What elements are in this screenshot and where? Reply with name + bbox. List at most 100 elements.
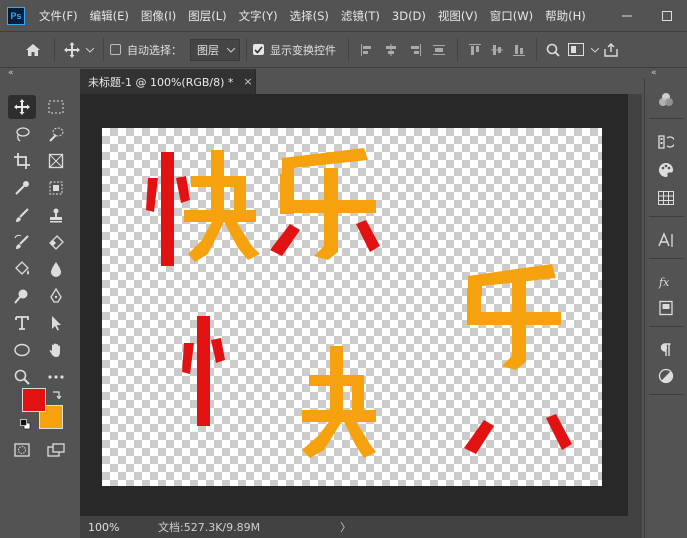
quick-selection-tool[interactable] xyxy=(42,122,70,146)
foreground-color-swatch[interactable] xyxy=(22,388,46,412)
character-kuai-top xyxy=(146,150,260,266)
home-button[interactable] xyxy=(18,43,48,57)
type-icon xyxy=(15,316,29,330)
quick-mask-button[interactable] xyxy=(8,438,36,462)
object-selection-tool[interactable] xyxy=(42,176,70,200)
ellipse-tool[interactable] xyxy=(8,338,36,362)
quick-selection-icon xyxy=(49,127,64,142)
svg-text:fx: fx xyxy=(658,276,670,289)
split-orange-right-sweep xyxy=(342,418,376,458)
swap-colors-icon[interactable] xyxy=(52,389,62,399)
move-tool[interactable] xyxy=(8,95,36,119)
brush-tool[interactable] xyxy=(8,203,36,227)
eyedropper-tool[interactable] xyxy=(8,176,36,200)
zoom-level-field[interactable]: 100% xyxy=(88,521,158,534)
collapse-panels-icon[interactable]: « xyxy=(651,68,657,78)
align-center-horizontal-icon xyxy=(386,43,396,56)
home-icon xyxy=(26,43,40,56)
search-button[interactable] xyxy=(543,43,563,57)
adjustments-panel-button[interactable] xyxy=(653,364,679,388)
lasso-tool[interactable] xyxy=(8,122,36,146)
workspace-button[interactable] xyxy=(563,43,589,56)
share-icon xyxy=(604,42,618,57)
menu-layer[interactable]: 图层(L) xyxy=(188,8,226,24)
split-red-left xyxy=(182,343,194,374)
object-selection-icon xyxy=(49,181,63,195)
auto-select-checkbox[interactable] xyxy=(110,44,121,55)
paint-bucket-tool[interactable] xyxy=(8,257,36,281)
book-icon xyxy=(659,300,673,316)
swatches-panel-button[interactable] xyxy=(653,158,679,182)
history-brush-tool[interactable] xyxy=(8,230,36,254)
type-tool[interactable] xyxy=(8,311,36,335)
color-panel-button[interactable] xyxy=(653,88,679,112)
dodge-tool[interactable] xyxy=(8,284,36,308)
zoom-tool[interactable] xyxy=(8,365,36,389)
menu-help[interactable]: 帮助(H) xyxy=(545,8,586,24)
align-left-button[interactable] xyxy=(355,43,379,57)
align-middle-button[interactable] xyxy=(486,43,508,57)
styles-panel-button[interactable]: fx xyxy=(653,270,679,294)
menu-image[interactable]: 图像(I) xyxy=(141,8,176,24)
character-panel-button[interactable] xyxy=(653,228,679,252)
brush-icon xyxy=(16,208,29,222)
pen-tool[interactable] xyxy=(42,284,70,308)
align-center-h-button[interactable] xyxy=(379,43,403,57)
menu-edit[interactable]: 编辑(E) xyxy=(90,8,129,24)
align-bottom-button[interactable] xyxy=(508,43,530,57)
auto-select-label: 自动选择： xyxy=(127,43,182,57)
restore-button[interactable] xyxy=(647,0,687,31)
frame-icon xyxy=(48,153,64,169)
paragraph-panel-button[interactable] xyxy=(653,338,679,362)
screen-mode-button[interactable] xyxy=(42,438,70,462)
document-tab[interactable]: 未标题-1 @ 100%(RGB/8) * × xyxy=(80,69,256,94)
hand-tool[interactable] xyxy=(42,338,70,362)
eyedropper-icon xyxy=(15,181,29,195)
history-icon xyxy=(658,135,674,149)
align-top-button[interactable] xyxy=(464,43,486,57)
patterns-panel-button[interactable] xyxy=(653,186,679,210)
arrow-cursor-icon xyxy=(52,316,61,331)
eraser-icon xyxy=(49,235,64,250)
libraries-panel-button[interactable] xyxy=(653,296,679,320)
le-right-dot xyxy=(356,220,380,252)
document-canvas[interactable] xyxy=(102,128,602,486)
vertical-scrollbar[interactable] xyxy=(628,94,642,516)
history-panel-button[interactable] xyxy=(653,130,679,154)
close-tab-button[interactable]: × xyxy=(243,75,252,88)
preset-dropdown[interactable] xyxy=(83,47,97,53)
distribute-vertical-button[interactable] xyxy=(427,43,451,57)
move-tool-preset[interactable] xyxy=(61,41,83,58)
path-selection-tool[interactable] xyxy=(42,311,70,335)
history-brush-icon xyxy=(14,234,29,249)
workspace-dropdown[interactable] xyxy=(589,47,601,53)
show-transform-label: 显示变换控件 xyxy=(270,43,336,57)
red-radical-stroke-right xyxy=(176,176,190,203)
more-tools-button[interactable] xyxy=(42,365,70,389)
menu-filter[interactable]: 滤镜(T) xyxy=(341,8,380,24)
options-bar: 自动选择： 图层 显示变换控件 xyxy=(0,31,687,68)
orange-stroke-right xyxy=(234,176,246,214)
eraser-tool[interactable] xyxy=(42,230,70,254)
menu-view[interactable]: 视图(V) xyxy=(438,8,478,24)
menu-window[interactable]: 窗口(W) xyxy=(490,8,533,24)
default-colors-icon[interactable] xyxy=(20,419,31,430)
blur-tool[interactable] xyxy=(42,257,70,281)
crop-icon xyxy=(14,153,30,169)
align-right-button[interactable] xyxy=(403,43,427,57)
auto-select-target-select[interactable]: 图层 xyxy=(190,38,240,61)
split-orange-vertical xyxy=(330,346,343,418)
menu-3d[interactable]: 3D(D) xyxy=(392,9,426,23)
share-button[interactable] xyxy=(601,42,621,57)
frame-tool[interactable] xyxy=(42,149,70,173)
status-menu-button[interactable]: 〉 xyxy=(340,519,351,535)
menu-type[interactable]: 文字(Y) xyxy=(239,8,278,24)
minimize-button[interactable] xyxy=(607,0,647,31)
marquee-tool[interactable] xyxy=(42,95,70,119)
menu-file[interactable]: 文件(F) xyxy=(39,8,78,24)
crop-tool[interactable] xyxy=(8,149,36,173)
clone-stamp-tool[interactable] xyxy=(42,203,70,227)
menu-select[interactable]: 选择(S) xyxy=(290,8,329,24)
show-transform-checkbox[interactable] xyxy=(253,44,264,55)
collapse-toolbar-icon[interactable]: « xyxy=(8,68,14,78)
